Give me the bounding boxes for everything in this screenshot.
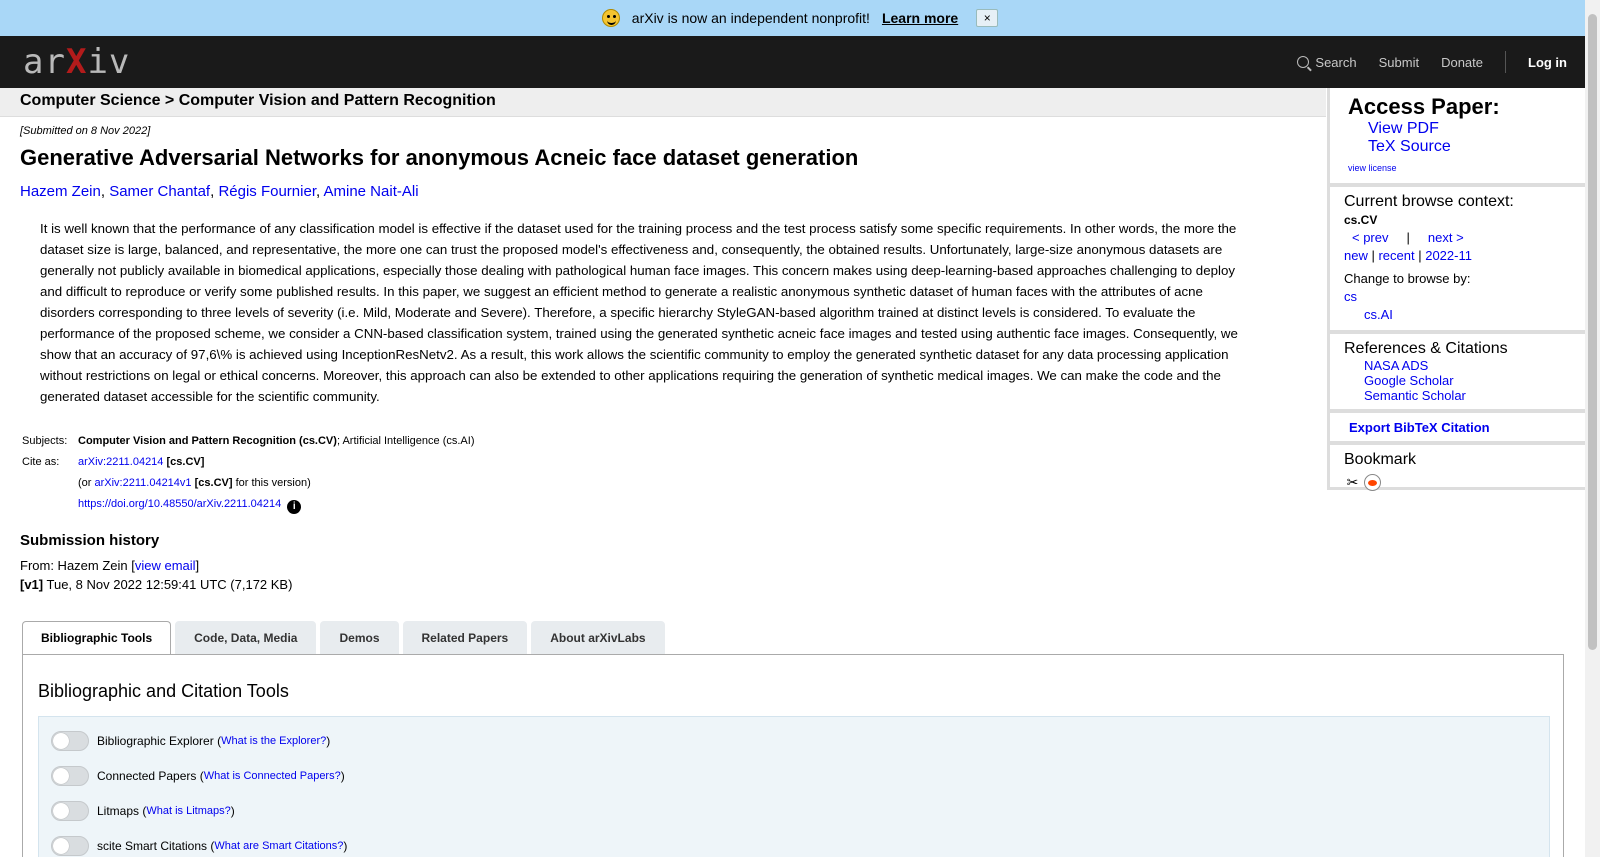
- bibsonomy-icon[interactable]: ✂: [1344, 474, 1361, 491]
- tool-help-link[interactable]: What are Smart Citations?: [214, 840, 343, 852]
- learn-more-link[interactable]: Learn more: [882, 10, 958, 26]
- panel-heading: Bibliographic and Citation Tools: [38, 681, 289, 701]
- site-header: arXiv Search Submit Donate Log in: [0, 36, 1600, 88]
- month-link[interactable]: 2022-11: [1425, 248, 1472, 263]
- tool-help-link[interactable]: What is Litmaps?: [146, 805, 230, 817]
- main-content: Computer Science > Computer Vision and P…: [0, 88, 1326, 594]
- semantic-scholar-link[interactable]: Semantic Scholar: [1364, 388, 1571, 403]
- tool-help-link[interactable]: What is the Explorer?: [221, 735, 326, 747]
- subjects-label: Subjects:: [22, 435, 68, 447]
- new-link[interactable]: new: [1344, 248, 1368, 263]
- export-bibtex-link[interactable]: Export BibTeX Citation: [1349, 420, 1490, 435]
- labs-tabs: Bibliographic Tools Code, Data, Media De…: [22, 621, 665, 655]
- paper-title: Generative Adversarial Networks for anon…: [20, 145, 859, 170]
- smiley-icon: [601, 9, 620, 27]
- tab-about-arxivlabs[interactable]: About arXivLabs: [531, 621, 665, 654]
- author-link[interactable]: Amine Nait-Ali: [324, 183, 419, 200]
- tab-bibliographic-tools[interactable]: Bibliographic Tools: [22, 621, 172, 655]
- browse-cs-link[interactable]: cs: [1344, 289, 1357, 304]
- author-link[interactable]: Régis Fournier: [218, 183, 316, 200]
- tex-source-link[interactable]: TeX Source: [1368, 138, 1571, 156]
- metadata-table: Subjects: Computer Vision and Pattern Re…: [22, 431, 475, 516]
- scrollbar-thumb[interactable]: [1588, 14, 1597, 650]
- access-paper-heading: Access Paper:: [1348, 94, 1500, 119]
- bookmark-icons: ✂: [1344, 474, 1571, 491]
- access-paper-block: Access Paper: View PDF TeX Source view l…: [1330, 88, 1585, 187]
- submit-link[interactable]: Submit: [1379, 55, 1419, 70]
- abstract: It is well known that the performance of…: [40, 221, 1238, 404]
- tools-list: Bibliographic Explorer (What is the Expl…: [38, 716, 1550, 857]
- subjects-value: Computer Vision and Pattern Recognition …: [78, 435, 475, 447]
- nav-divider: [1505, 51, 1506, 73]
- sidebar: Access Paper: View PDF TeX Source view l…: [1327, 88, 1585, 491]
- browse-list-links: new | recent | 2022-11: [1344, 248, 1472, 263]
- doi-row: https://doi.org/10.48550/arXiv.2211.0421…: [78, 494, 475, 516]
- toggle-switch[interactable]: [51, 766, 89, 786]
- view-pdf-link[interactable]: View PDF: [1368, 120, 1571, 138]
- breadcrumb: Computer Science > Computer Vision and P…: [0, 88, 1326, 117]
- next-link[interactable]: next >: [1428, 229, 1464, 247]
- prev-next: < prev | next >: [1352, 229, 1464, 247]
- browse-context-heading: Current browse context:: [1344, 193, 1514, 210]
- search-icon: [1297, 56, 1310, 68]
- banner-text: arXiv is now an independent nonprofit!: [631, 10, 870, 26]
- prev-link[interactable]: < prev: [1352, 229, 1389, 247]
- recent-link[interactable]: recent: [1378, 248, 1414, 263]
- search-link[interactable]: Search: [1297, 55, 1357, 70]
- browse-csai-link[interactable]: cs.AI: [1364, 307, 1393, 322]
- login-link[interactable]: Log in: [1528, 55, 1567, 70]
- donate-link[interactable]: Donate: [1441, 55, 1483, 70]
- tab-panel: Bibliographic and Citation Tools Bibliog…: [22, 654, 1564, 857]
- bookmark-heading: Bookmark: [1344, 451, 1417, 468]
- references-block: References & Citations NASA ADS Google S…: [1330, 334, 1585, 413]
- submission-history-heading: Submission history: [20, 532, 160, 549]
- cite-label: Cite as:: [22, 456, 60, 468]
- author-link[interactable]: Samer Chantaf: [109, 183, 210, 200]
- submission-date: [Submitted on 8 Nov 2022]: [20, 125, 151, 137]
- nasa-ads-link[interactable]: NASA ADS: [1364, 358, 1571, 373]
- toggle-switch[interactable]: [51, 801, 89, 821]
- tab-demos[interactable]: Demos: [320, 621, 399, 654]
- tool-row: Bibliographic Explorer (What is the Expl…: [51, 731, 330, 751]
- announcement-banner: arXiv is now an independent nonprofit! L…: [0, 0, 1600, 36]
- google-scholar-link[interactable]: Google Scholar: [1364, 373, 1571, 388]
- current-context: cs.CV: [1344, 213, 1378, 227]
- close-banner-button[interactable]: ×: [976, 9, 999, 27]
- cite-version: (or arXiv:2211.04214v1 [cs.CV] for this …: [78, 477, 311, 489]
- toggle-switch[interactable]: [51, 731, 89, 751]
- tool-row: Connected Papers (What is Connected Pape…: [51, 766, 345, 786]
- tab-code-data-media[interactable]: Code, Data, Media: [175, 621, 317, 654]
- cite-id-link[interactable]: arXiv:2211.04214: [78, 456, 163, 468]
- browse-context-block: Current browse context: cs.CV < prev | n…: [1330, 187, 1585, 334]
- toggle-switch[interactable]: [51, 836, 89, 856]
- view-license-link[interactable]: view license: [1348, 159, 1571, 177]
- doi-link[interactable]: https://doi.org/10.48550/arXiv.2211.0421…: [78, 498, 281, 510]
- tab-related-papers[interactable]: Related Papers: [402, 621, 528, 654]
- references-heading: References & Citations: [1344, 340, 1508, 357]
- tool-help-link[interactable]: What is Connected Papers?: [204, 770, 341, 782]
- arxiv-logo[interactable]: arXiv: [23, 42, 130, 82]
- tool-row: scite Smart Citations (What are Smart Ci…: [51, 836, 347, 856]
- author-list: Hazem Zein, Samer Chantaf, Régis Fournie…: [20, 183, 419, 200]
- info-icon[interactable]: i: [287, 500, 302, 514]
- page-scrollbar[interactable]: [1585, 0, 1600, 857]
- export-block: Export BibTeX Citation: [1330, 413, 1585, 445]
- view-email-link[interactable]: view email: [135, 558, 196, 573]
- top-nav: Search Submit Donate Log in: [1297, 51, 1577, 73]
- cite-value: arXiv:2211.04214 [cs.CV]: [78, 456, 205, 468]
- change-browse-label: Change to browse by:: [1344, 271, 1471, 286]
- bookmark-block: Bookmark ✂: [1330, 445, 1585, 497]
- reddit-icon[interactable]: [1364, 474, 1381, 491]
- cite-version-link[interactable]: arXiv:2211.04214v1: [95, 477, 192, 489]
- author-link[interactable]: Hazem Zein: [20, 183, 101, 200]
- submission-history: From: Hazem Zein [view email] [v1] Tue, …: [20, 558, 293, 592]
- tool-row: Litmaps (What is Litmaps?): [51, 801, 235, 821]
